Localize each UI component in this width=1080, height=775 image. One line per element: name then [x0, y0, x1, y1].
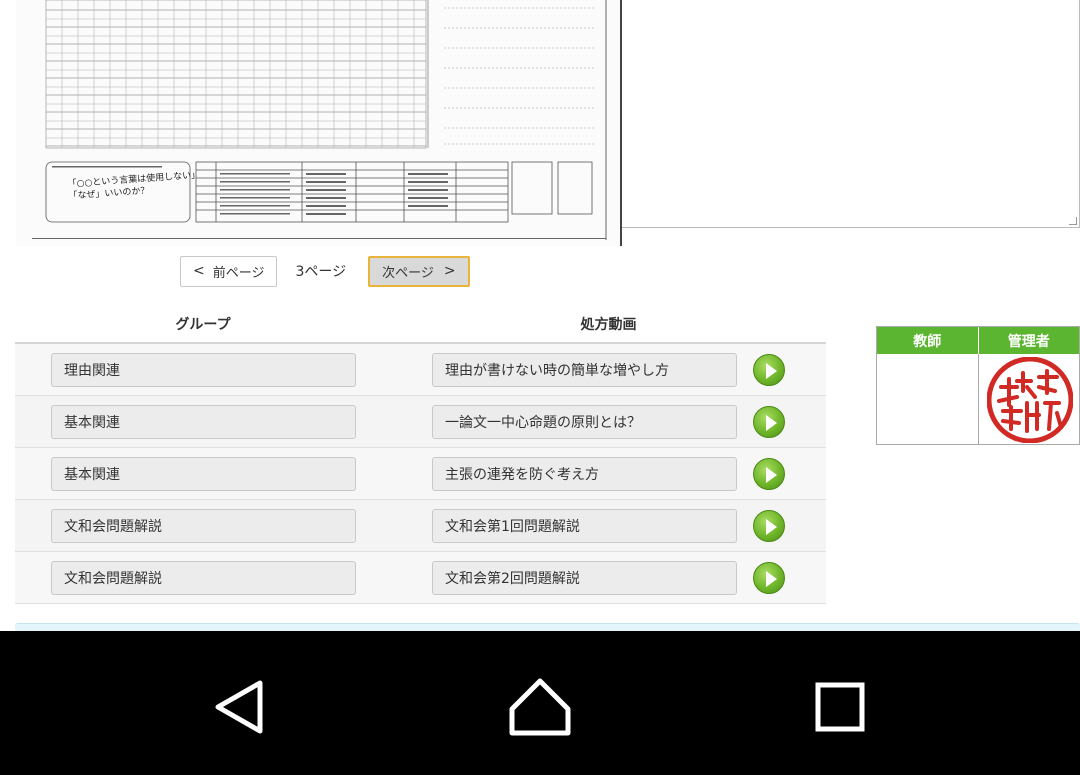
nav-recent-icon[interactable]: [808, 675, 872, 739]
video-title-button[interactable]: 文和会第2回問題解説: [432, 561, 737, 595]
answer-sheet-grid: [32, 0, 607, 240]
table-body: 理由関連 理由が書けない時の簡単な増やし方 基本関連 一論文一中心命題の原則とは…: [15, 344, 826, 604]
approval-body-row: [877, 354, 1079, 444]
system-navigation-bar: [0, 631, 1080, 775]
play-circle-icon[interactable]: [753, 406, 785, 438]
video-title-button[interactable]: 文和会第1回問題解説: [432, 509, 737, 543]
admin-stamp-cell: [977, 354, 1079, 444]
answer-sheet-scan: 「○○という言葉は使用しない」「なぜ」いいのか？: [16, 0, 622, 246]
play-circle-icon[interactable]: [753, 354, 785, 386]
play-circle-icon[interactable]: [753, 562, 785, 594]
resize-handle-icon[interactable]: [1069, 217, 1077, 225]
table-row: 基本関連 一論文一中心命題の原則とは？: [15, 396, 826, 448]
group-button[interactable]: 基本関連: [51, 457, 356, 491]
memo-textarea[interactable]: [622, 0, 1080, 228]
video-title-button[interactable]: 理由が書けない時の簡単な増やし方: [432, 353, 737, 387]
hanko-seal-icon: [986, 357, 1073, 443]
group-button[interactable]: 文和会問題解説: [51, 561, 356, 595]
current-page-label: 3ページ: [295, 264, 347, 280]
approval-stamp-table: 教師 管理者: [876, 326, 1080, 445]
teacher-header: 教師: [877, 327, 978, 354]
play-circle-icon[interactable]: [753, 510, 785, 542]
pagination: < 前ページ 3ページ 次ページ >: [180, 255, 470, 287]
teacher-stamp-cell: [877, 354, 978, 444]
group-button[interactable]: 基本関連: [51, 405, 356, 439]
admin-header: 管理者: [977, 327, 1079, 354]
next-page-label: 次ページ: [382, 265, 434, 281]
group-button[interactable]: 理由関連: [51, 353, 356, 387]
prev-page-button[interactable]: < 前ページ: [180, 255, 278, 287]
video-title-button[interactable]: 一論文一中心命題の原則とは？: [432, 405, 737, 439]
nav-back-icon[interactable]: [208, 675, 272, 739]
header-group: グループ: [175, 317, 231, 333]
video-title-button[interactable]: 主張の連発を防ぐ考え方: [432, 457, 737, 491]
approval-header-row: 教師 管理者: [877, 327, 1079, 354]
table-row: 理由関連 理由が書けない時の簡単な増やし方: [15, 344, 826, 396]
table-row: 文和会問題解説 文和会第1回問題解説: [15, 500, 826, 552]
play-circle-icon[interactable]: [753, 458, 785, 490]
next-page-button[interactable]: 次ページ >: [368, 255, 470, 287]
nav-home-icon[interactable]: [508, 675, 572, 739]
group-button[interactable]: 文和会問題解説: [51, 509, 356, 543]
prescription-video-table: グループ 処方動画 理由関連 理由が書けない時の簡単な増やし方 基本関連 一論文…: [15, 306, 826, 604]
prev-page-label: 前ページ: [212, 265, 265, 281]
table-row: 文和会問題解説 文和会第2回問題解説: [15, 552, 826, 604]
table-row: 基本関連 主張の連発を防ぐ考え方: [15, 448, 826, 500]
chevron-left-icon: <: [193, 263, 205, 279]
header-video: 処方動画: [580, 317, 637, 333]
table-header: グループ 処方動画: [15, 306, 826, 344]
chevron-right-icon: >: [443, 263, 456, 279]
